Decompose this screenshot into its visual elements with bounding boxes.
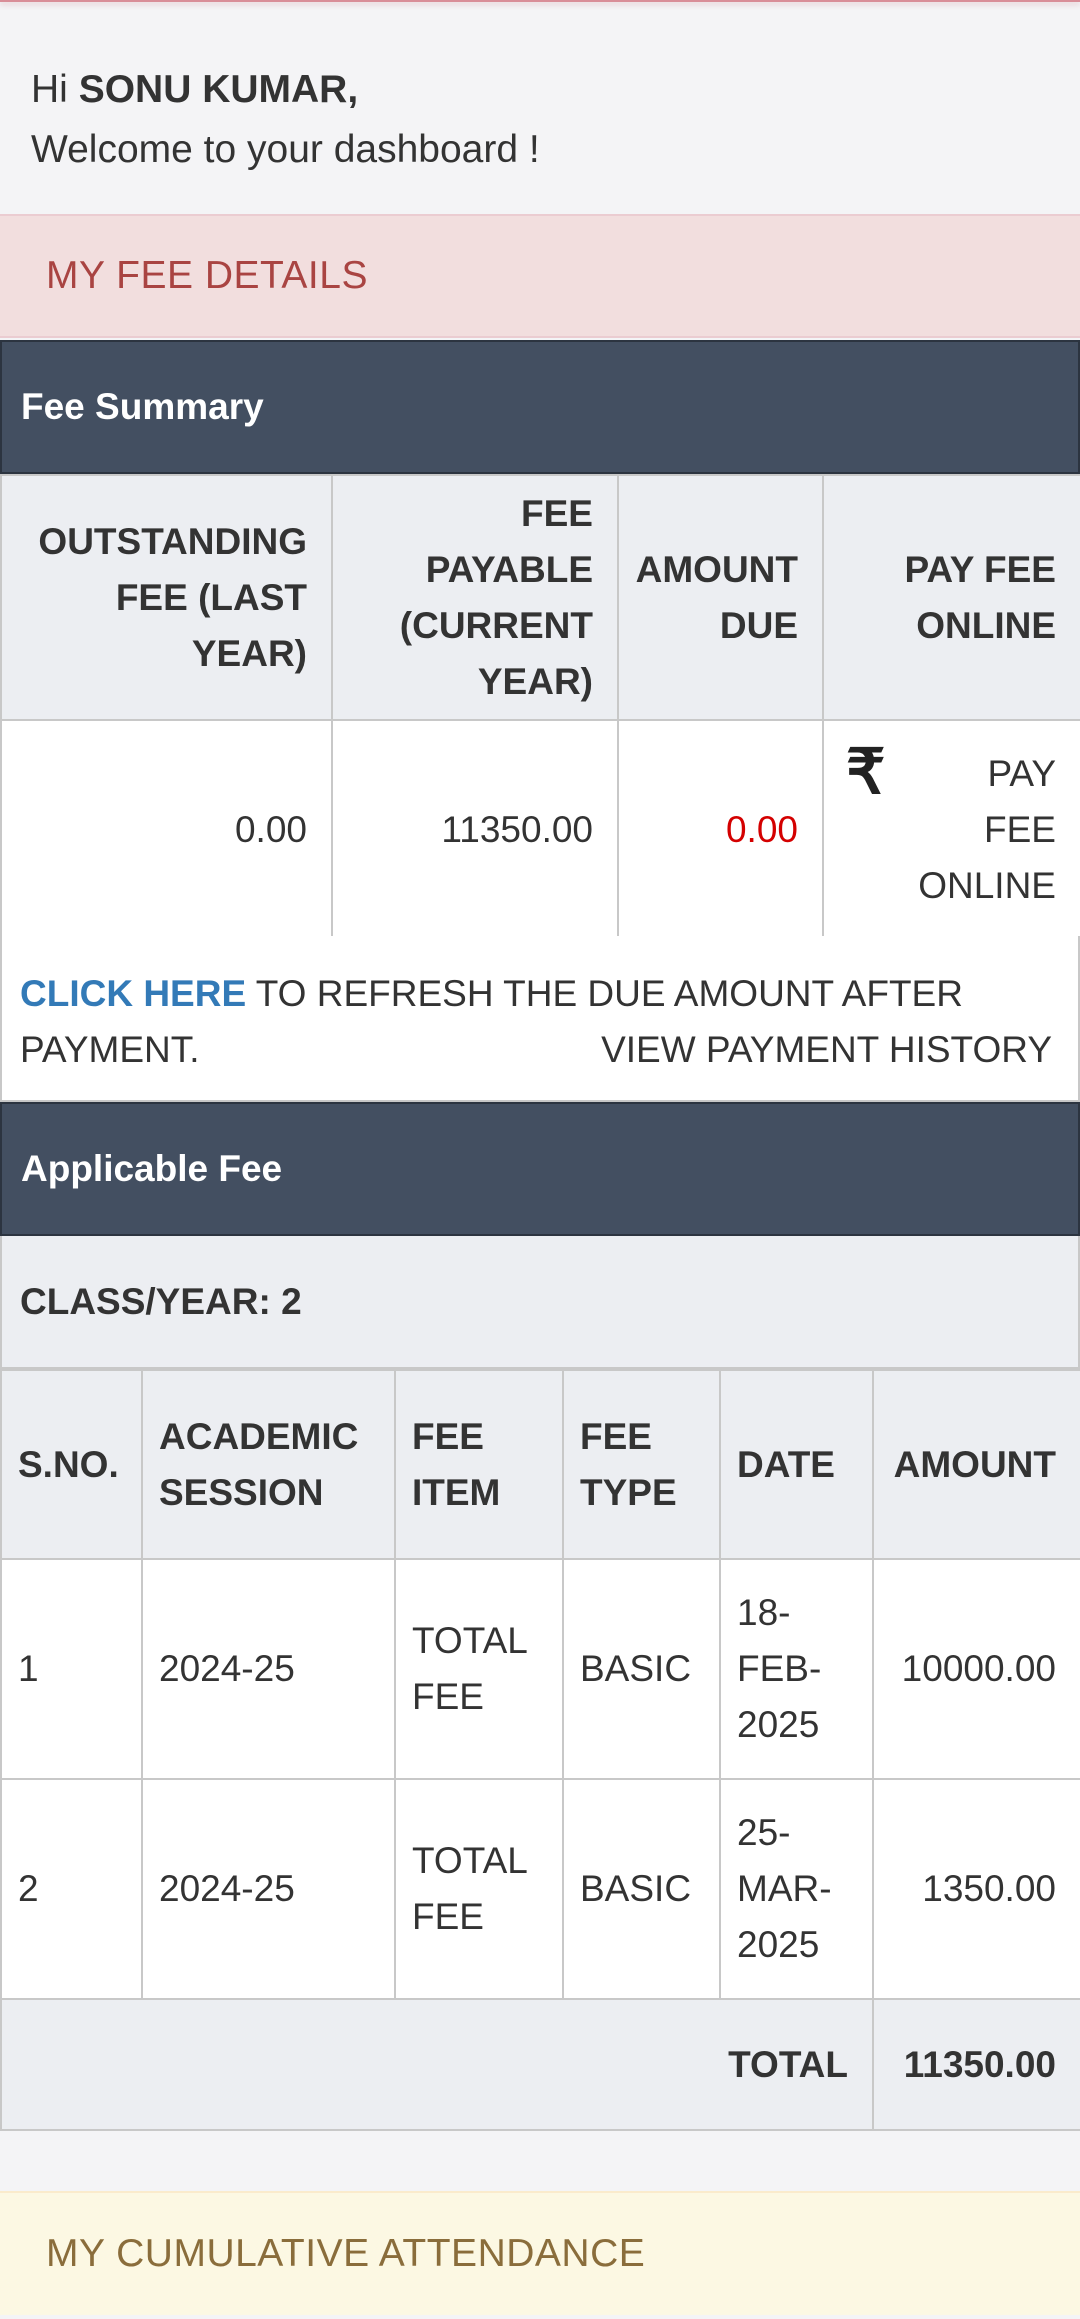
greeting-hi: Hi <box>31 68 68 111</box>
col-outstanding: OUTSTANDING FEE (LAST YEAR) <box>0 474 333 721</box>
pay-fee-online-link[interactable]: PAY FEE ONLINE <box>906 746 1056 914</box>
rupee-icon[interactable]: ₹ <box>846 735 885 808</box>
cell-fee-type: BASIC <box>562 1558 721 1780</box>
col-fee-type: FEE TYPE <box>562 1369 721 1560</box>
col-amount-due: AMOUNT DUE <box>617 474 824 721</box>
cell-date: 25-MAR-2025 <box>719 1778 874 2000</box>
fee-summary-header: Fee Summary <box>0 340 1080 474</box>
cell-fee-item: TOTAL FEE <box>394 1778 564 2000</box>
applicable-fee-table: S.NO. ACADEMIC SESSION FEE ITEM FEE TYPE… <box>0 1369 1080 2131</box>
col-session: ACADEMIC SESSION <box>141 1369 396 1560</box>
greeting-line: Hi SONU KUMAR, <box>31 60 540 120</box>
payable-value: 11350.00 <box>331 719 619 940</box>
outstanding-value: 0.00 <box>0 719 333 940</box>
applicable-fee-title: Applicable Fee <box>21 1148 283 1189</box>
col-payable: FEE PAYABLE (CURRENT YEAR) <box>331 474 619 721</box>
fee-summary-table: OUTSTANDING FEE (LAST YEAR) FEE PAYABLE … <box>0 474 1080 940</box>
cell-sno: 2 <box>0 1778 143 2000</box>
cell-session: 2024-25 <box>141 1778 396 2000</box>
fee-details-title: MY FEE DETAILS <box>46 254 368 297</box>
col-fee-item: FEE ITEM <box>394 1369 564 1560</box>
cell-fee-type: BASIC <box>562 1778 721 2000</box>
col-sno: S.NO. <box>0 1369 143 1560</box>
cell-fee-item: TOTAL FEE <box>394 1558 564 1780</box>
total-row: TOTAL 11350.00 <box>0 1998 1080 2131</box>
col-pay-online: PAY FEE ONLINE <box>822 474 1080 721</box>
amount-due-value: 0.00 <box>617 719 824 940</box>
fee-table-header-row: S.NO. ACADEMIC SESSION FEE ITEM FEE TYPE… <box>0 1369 1080 1560</box>
cell-session: 2024-25 <box>141 1558 396 1780</box>
table-row: 1 2024-25 TOTAL FEE BASIC 18-FEB-2025 10… <box>0 1558 1080 1780</box>
total-value: 11350.00 <box>872 1998 1080 2131</box>
welcome-text: Welcome to your dashboard ! <box>31 128 540 171</box>
fee-summary-values-row: 0.00 11350.00 0.00 PAY FEE ONLINE <box>0 719 1080 940</box>
fee-details-bar[interactable]: MY FEE DETAILS <box>0 214 1080 338</box>
fee-summary-title: Fee Summary <box>21 386 264 427</box>
cell-amount: 1350.00 <box>872 1778 1080 2000</box>
cell-sno: 1 <box>0 1558 143 1780</box>
attendance-bar[interactable]: MY CUMULATIVE ATTENDANCE <box>0 2191 1080 2315</box>
class-year-row: CLASS/YEAR: 2 <box>0 1236 1080 1369</box>
col-amount: AMOUNT <box>872 1369 1080 1560</box>
cell-amount: 10000.00 <box>872 1558 1080 1780</box>
attendance-title: MY CUMULATIVE ATTENDANCE <box>46 2232 646 2275</box>
click-here-link[interactable]: CLICK HERE <box>20 973 246 1014</box>
class-year-label: CLASS/YEAR: 2 <box>20 1280 302 1322</box>
view-payment-history-link[interactable]: VIEW PAYMENT HISTORY <box>601 1022 1052 1078</box>
refresh-note: CLICK HERE TO REFRESH THE DUE AMOUNT AFT… <box>0 936 1080 1102</box>
fee-summary-header-row: OUTSTANDING FEE (LAST YEAR) FEE PAYABLE … <box>0 474 1080 721</box>
user-name: SONU KUMAR, <box>78 68 359 111</box>
total-label: TOTAL <box>0 1998 874 2131</box>
col-date: DATE <box>719 1369 874 1560</box>
table-row: 2 2024-25 TOTAL FEE BASIC 25-MAR-2025 13… <box>0 1778 1080 2000</box>
greeting: Hi SONU KUMAR, Welcome to your dashboard… <box>31 60 540 180</box>
top-accent-bar <box>0 0 1080 2</box>
cell-date: 18-FEB-2025 <box>719 1558 874 1780</box>
applicable-fee-header: Applicable Fee <box>0 1102 1080 1236</box>
